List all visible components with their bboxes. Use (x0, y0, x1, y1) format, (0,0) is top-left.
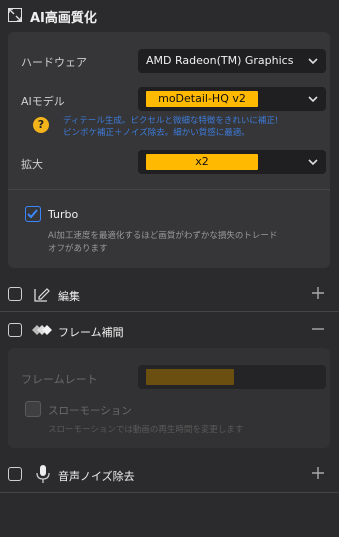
section-title: AI高画質化 (30, 11, 97, 26)
turbo-checkbox[interactable] (25, 206, 41, 222)
expand-icon[interactable] (7, 7, 23, 23)
slowmo-description: スローモーションでは動画の再生時間を変更します (48, 425, 244, 435)
edit-row[interactable]: 編集 (0, 282, 339, 306)
turbo-description-line2: オフがあります (48, 244, 108, 254)
minus-icon[interactable] (311, 322, 325, 336)
frame-interpolation-row[interactable]: フレーム補間 (0, 318, 339, 342)
frames-icon (32, 325, 52, 335)
model-label: AIモデル (21, 95, 65, 108)
model-value: moDetail-HQ v2 (146, 91, 258, 107)
edit-icon (34, 288, 50, 302)
audio-denoise-label: 音声ノイズ除去 (58, 470, 135, 483)
scale-select[interactable]: x2 (138, 150, 326, 174)
audio-denoise-row[interactable]: 音声ノイズ除去 (0, 462, 339, 486)
model-description-line1: ディテール生成。ピクセルと微細な特徴をきれいに補正! (63, 116, 279, 126)
turbo-label: Turbo (48, 208, 79, 221)
row-divider (0, 311, 339, 312)
frame-interpolation-label: フレーム補間 (58, 326, 124, 339)
panel-divider (8, 189, 330, 190)
microphone-icon (36, 465, 50, 483)
model-select[interactable]: moDetail-HQ v2 (138, 87, 326, 111)
audio-denoise-checkbox[interactable] (8, 467, 22, 481)
checkmark-icon (27, 209, 38, 219)
chevron-down-icon (308, 58, 318, 65)
row-divider (0, 492, 339, 493)
turbo-description-line1: AI加工速度を最適化するほど画質がわずかな損失のトレード (48, 231, 278, 241)
scale-value: x2 (146, 154, 258, 170)
frame-settings-panel: フレームレート スローモーション スローモーションでは動画の再生時間を変更します (8, 348, 330, 448)
help-icon[interactable]: ? (33, 117, 49, 133)
framerate-select[interactable] (138, 365, 326, 389)
edit-checkbox[interactable] (8, 287, 22, 301)
plus-icon[interactable] (311, 466, 325, 480)
slowmo-label: スローモーション (48, 405, 132, 417)
edit-label: 編集 (58, 290, 80, 303)
framerate-value-highlight (146, 369, 234, 385)
ai-settings-panel: ハードウェア AMD Radeon(TM) Graphics AIモデル moD… (8, 32, 330, 268)
hardware-select[interactable]: AMD Radeon(TM) Graphics (138, 49, 326, 73)
header-bar: AI高画質化 (0, 0, 339, 30)
model-description-line2: ピンボケ補正＋ノイズ除去。細かい質感に最適。 (63, 128, 250, 138)
chevron-down-icon (308, 96, 318, 103)
slowmo-checkbox[interactable] (25, 401, 41, 417)
framerate-label: フレームレート (21, 373, 98, 386)
hardware-label: ハードウェア (21, 56, 87, 69)
hardware-value: AMD Radeon(TM) Graphics (146, 54, 294, 67)
plus-icon[interactable] (311, 286, 325, 300)
frame-interpolation-checkbox[interactable] (8, 323, 22, 337)
scale-label: 拡大 (21, 158, 43, 171)
chevron-down-icon (308, 159, 318, 166)
